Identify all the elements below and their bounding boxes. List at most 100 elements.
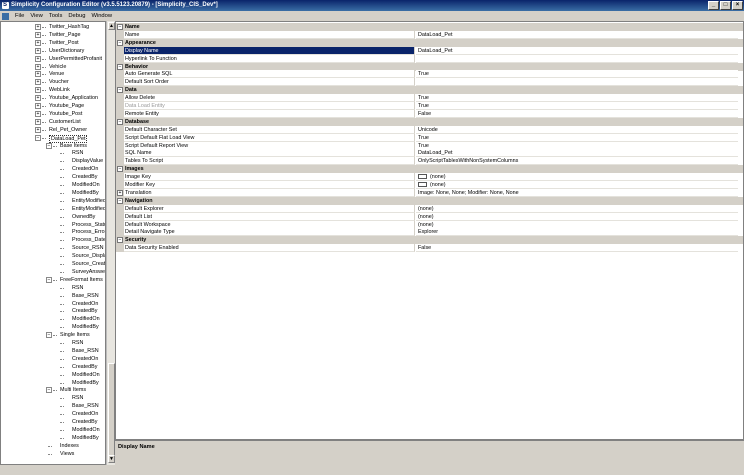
tree-node[interactable]: + Rel_Pet_Owner bbox=[1, 126, 105, 134]
tree-node[interactable]: ModifiedOn bbox=[1, 426, 105, 434]
tree-node-label[interactable]: CustomerList bbox=[49, 118, 81, 126]
tree-node-label[interactable]: Base Items bbox=[60, 142, 87, 150]
property-value[interactable]: DataLoad_Pet bbox=[416, 149, 738, 158]
tree-node[interactable]: + Venue bbox=[1, 70, 105, 78]
tree-scrollbar[interactable]: ▲ ▼ bbox=[106, 21, 115, 465]
tree-node-label[interactable]: Vehicle bbox=[49, 63, 66, 71]
tree-node[interactable]: CreatedBy bbox=[1, 418, 105, 426]
property-category[interactable]: − Behavior bbox=[116, 62, 743, 71]
scroll-up-icon[interactable]: ▲ bbox=[108, 22, 115, 30]
tree-node-label[interactable]: Youtube_Page bbox=[49, 102, 84, 110]
tree-node[interactable]: RSN bbox=[1, 339, 105, 347]
expand-icon[interactable]: + bbox=[35, 126, 41, 133]
tree-node-label[interactable]: Twitter_Post bbox=[49, 39, 79, 47]
collapse-icon[interactable]: − bbox=[117, 63, 123, 70]
property-row[interactable]: Default List (none) bbox=[116, 212, 743, 221]
scroll-down-icon[interactable]: ▼ bbox=[108, 455, 115, 463]
tree-node-label[interactable]: FreeFormat Items bbox=[60, 276, 103, 284]
tree-node-label[interactable]: Base_RSN bbox=[72, 292, 99, 300]
tree-node[interactable]: + Twitter_Page bbox=[1, 31, 105, 39]
tree-node[interactable]: − Single Items bbox=[1, 331, 105, 339]
tree-node[interactable]: + Twitter_HashTag bbox=[1, 23, 105, 31]
property-name[interactable]: Data Load Entity bbox=[124, 102, 415, 110]
property-category[interactable]: − Database bbox=[116, 117, 743, 126]
property-name[interactable]: Allow Delete bbox=[124, 94, 415, 103]
tree-node[interactable]: Base_RSN bbox=[1, 347, 105, 355]
expand-icon[interactable]: + bbox=[35, 39, 41, 46]
tree-node-label[interactable]: RSN bbox=[72, 339, 83, 347]
property-name[interactable]: Remote Entity bbox=[124, 109, 415, 118]
property-value[interactable] bbox=[416, 78, 738, 87]
menu-tools[interactable]: Tools bbox=[46, 11, 66, 21]
collapse-icon[interactable]: − bbox=[117, 118, 123, 125]
property-row[interactable]: Image Key (none) bbox=[116, 173, 743, 182]
menu-window[interactable]: Window bbox=[88, 11, 115, 21]
tree-node-label[interactable]: WebLink bbox=[49, 86, 70, 94]
tree-node-label[interactable]: Views bbox=[60, 450, 74, 458]
property-value[interactable]: (none) bbox=[416, 173, 738, 182]
tree-node-label[interactable]: Base_RSN bbox=[72, 402, 99, 410]
collapse-icon[interactable]: − bbox=[46, 142, 52, 149]
tree-node[interactable]: CreatedBy bbox=[1, 173, 105, 181]
property-value[interactable]: True bbox=[416, 133, 738, 142]
property-row[interactable]: Script Default Report View True bbox=[116, 141, 743, 150]
tree-node[interactable]: ModifiedBy bbox=[1, 189, 105, 197]
collapse-icon[interactable]: − bbox=[117, 166, 123, 173]
tree-node[interactable]: Source_RSN bbox=[1, 244, 105, 252]
tree-node[interactable]: DisplayValue bbox=[1, 157, 105, 165]
tree-node-label[interactable]: SurveyAnswe bbox=[72, 268, 105, 276]
property-row[interactable]: Hyperlink To Function bbox=[116, 54, 743, 63]
tree-node[interactable]: + Twitter_Post bbox=[1, 39, 105, 47]
tree-node[interactable]: Base_RSN bbox=[1, 292, 105, 300]
tree-node[interactable]: Source_Displa bbox=[1, 252, 105, 260]
tree-node[interactable]: Base_RSN bbox=[1, 402, 105, 410]
tree-node[interactable]: RSN bbox=[1, 394, 105, 402]
tree-node[interactable]: − DataLoad_Pet bbox=[1, 134, 105, 143]
menu-view[interactable]: View bbox=[27, 11, 45, 21]
property-row[interactable]: Remote Entity False bbox=[116, 109, 743, 118]
tree-node[interactable]: + Youtube_Page bbox=[1, 102, 105, 110]
collapse-icon[interactable]: − bbox=[35, 134, 41, 141]
scroll-thumb[interactable] bbox=[108, 363, 115, 461]
property-name[interactable]: Name bbox=[124, 30, 415, 39]
tree-node[interactable]: RSN bbox=[1, 149, 105, 157]
property-value[interactable]: False bbox=[416, 244, 738, 253]
tree-node-label[interactable]: ModifiedBy bbox=[72, 189, 99, 197]
entity-tree[interactable]: + Twitter_HashTag + Twitter_Page + Twitter_Po… bbox=[0, 21, 106, 465]
menu-debug[interactable]: Debug bbox=[65, 11, 88, 21]
tree-node[interactable]: Process_Date bbox=[1, 236, 105, 244]
tree-node[interactable]: RSN bbox=[1, 284, 105, 292]
property-value[interactable]: DataLoad_Pet bbox=[416, 30, 738, 39]
tree-node-label[interactable]: Single Items bbox=[60, 331, 90, 339]
tree-node[interactable]: − FreeFormat Items bbox=[1, 276, 105, 284]
tree-node[interactable]: − Base Items bbox=[1, 142, 105, 150]
expand-icon[interactable]: + bbox=[35, 118, 41, 125]
tree-node-label[interactable]: RSN bbox=[72, 394, 83, 402]
tree-node[interactable]: CreatedOn bbox=[1, 165, 105, 173]
tree-node[interactable]: CreatedBy bbox=[1, 307, 105, 315]
property-value[interactable]: Image: None, None; Modifier: None, None bbox=[416, 188, 738, 197]
expand-icon[interactable]: + bbox=[35, 47, 41, 54]
tree-node-label[interactable]: Multi Items bbox=[60, 386, 86, 394]
tree-node-label[interactable]: CreatedOn bbox=[72, 410, 98, 418]
property-name[interactable]: Modifier Key bbox=[124, 181, 415, 189]
close-button[interactable]: × bbox=[732, 1, 743, 10]
property-value[interactable]: DataLoad_Pet bbox=[416, 46, 738, 55]
tree-node-label[interactable]: OwnedBy bbox=[72, 213, 95, 221]
tree-node[interactable]: − Multi Items bbox=[1, 386, 105, 394]
tree-node-label[interactable]: CreatedBy bbox=[72, 418, 97, 426]
property-value[interactable]: (none) bbox=[416, 181, 738, 189]
tree-node-label[interactable]: Twitter_Page bbox=[49, 31, 80, 39]
tree-node-label[interactable]: RSN bbox=[72, 284, 83, 292]
tree-node-label[interactable]: CreatedOn bbox=[72, 165, 98, 173]
tree-node[interactable]: + Youtube_Post bbox=[1, 110, 105, 118]
tree-node-label[interactable]: DisplayValue bbox=[72, 157, 103, 165]
property-row[interactable]: Default Explorer (none) bbox=[116, 204, 743, 213]
tree-node-label[interactable]: Source_Displa bbox=[72, 252, 105, 260]
tree-node-label[interactable]: Venue bbox=[49, 70, 64, 78]
property-row[interactable]: Display Name DataLoad_Pet bbox=[116, 46, 743, 55]
tree-node[interactable]: Process_Statu bbox=[1, 221, 105, 229]
collapse-icon[interactable]: − bbox=[117, 197, 123, 204]
property-name[interactable]: Auto Generate SQL bbox=[124, 70, 415, 79]
property-name[interactable]: Script Default Flat Load View bbox=[124, 133, 415, 142]
